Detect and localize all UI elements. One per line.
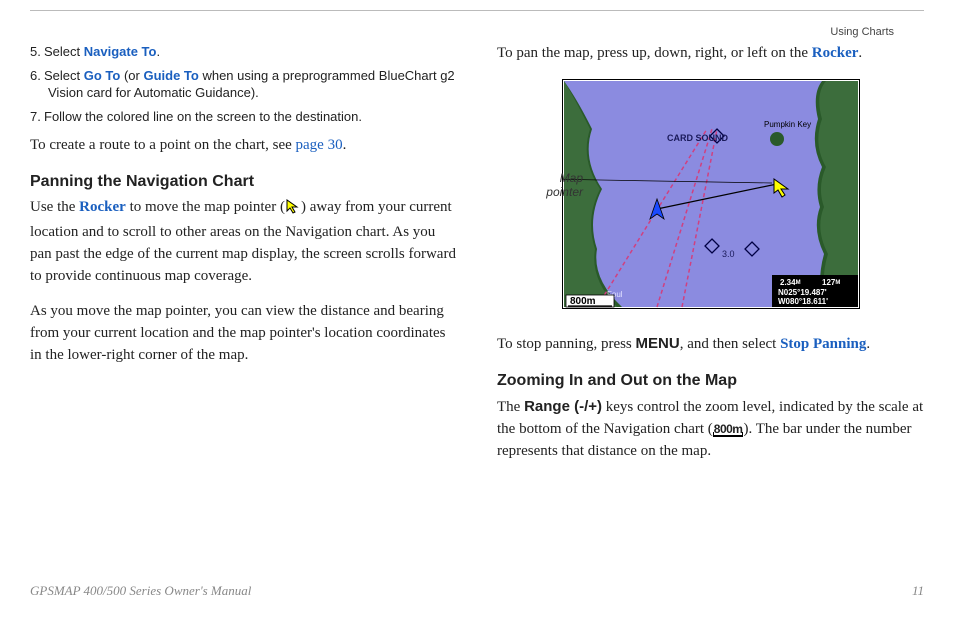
svg-text:W080°18.611': W080°18.611' xyxy=(778,297,828,306)
panning-heading: Panning the Navigation Chart xyxy=(30,171,457,193)
svg-text:127M: 127M xyxy=(822,278,840,287)
stop-panning-note: To stop panning, press MENU, and then se… xyxy=(497,333,924,356)
panning-para-1: Use the Rocker to move the map pointer (… xyxy=(30,197,457,287)
svg-text:800m: 800m xyxy=(570,296,596,307)
create-route-note: To create a route to a point on the char… xyxy=(30,135,457,157)
svg-text:Pumpkin Key: Pumpkin Key xyxy=(764,120,811,129)
rocker-term-1: Rocker xyxy=(79,199,126,215)
map-pointer-icon xyxy=(285,198,301,222)
zoom-para: The Range (-/+) keys control the zoom le… xyxy=(497,396,924,462)
page-30-link[interactable]: page 30 xyxy=(296,137,343,153)
stop-panning-label: Stop Panning xyxy=(780,336,866,352)
navigate-to-label: Navigate To xyxy=(84,44,157,59)
panning-para-2: As you move the map pointer, you can vie… xyxy=(30,301,457,366)
step-7: 7.Follow the colored line on the screen … xyxy=(30,108,457,126)
left-column: 5.Select Navigate To. 6.Select Go To (or… xyxy=(30,43,457,477)
manual-title: GPSMAP 400/500 Series Owner's Manual xyxy=(30,582,251,600)
map-screenshot: CARD SOUND Pumpkin Key 3.0 Foul 800m 2.3… xyxy=(562,79,860,309)
map-figure: Map pointer xyxy=(497,79,924,316)
go-to-label: Go To xyxy=(84,68,121,83)
step-6: 6.Select Go To (or Guide To when using a… xyxy=(30,67,457,102)
guide-to-label: Guide To xyxy=(143,68,198,83)
range-keys-ref: Range (-/+) xyxy=(524,398,602,415)
svg-text:2.34M: 2.34M xyxy=(780,278,801,287)
svg-text:3.0: 3.0 xyxy=(722,249,735,259)
scale-indicator-icon: 800m xyxy=(713,423,744,437)
page-footer: GPSMAP 400/500 Series Owner's Manual 11 xyxy=(30,582,924,600)
pan-instruction: To pan the map, press up, down, right, o… xyxy=(497,43,924,65)
menu-button-ref: MENU xyxy=(636,335,680,352)
step-5: 5.Select Navigate To. xyxy=(30,43,457,61)
right-column: To pan the map, press up, down, right, o… xyxy=(497,43,924,477)
rocker-term-2: Rocker xyxy=(812,45,859,61)
zooming-heading: Zooming In and Out on the Map xyxy=(497,370,924,392)
svg-text:N025°19.487': N025°19.487' xyxy=(778,288,827,297)
page-number: 11 xyxy=(912,582,924,600)
svg-text:CARD SOUND: CARD SOUND xyxy=(667,133,729,143)
map-pointer-caption: Map pointer xyxy=(529,171,583,200)
steps-list: 5.Select Navigate To. 6.Select Go To (or… xyxy=(30,43,457,125)
header-section: Using Charts xyxy=(830,25,894,40)
